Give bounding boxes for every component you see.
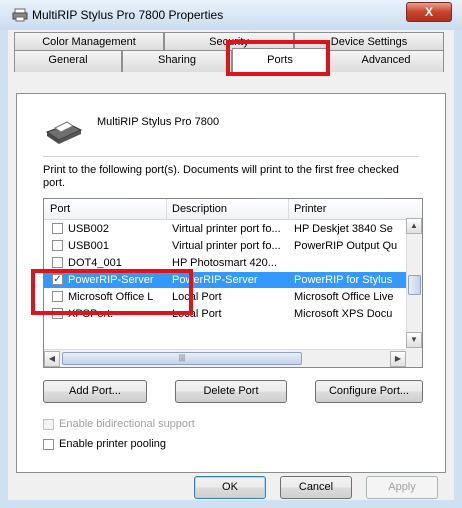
port-name: USB002 <box>68 223 109 235</box>
port-name: XPSPort: <box>68 308 114 320</box>
port-row[interactable]: USB002 Virtual printer port fo... HP Des… <box>44 221 406 237</box>
port-description: Virtual printer port fo... <box>172 240 281 252</box>
printer-icon <box>12 8 28 22</box>
vertical-scroll-thumb[interactable] <box>408 275 421 295</box>
ports-list-header: Port Description Printer <box>44 199 422 220</box>
port-name: PowerRIP-Server <box>68 274 154 286</box>
delete-port-button[interactable]: Delete Port <box>175 380 287 403</box>
separator <box>43 156 419 157</box>
port-description: Local Port <box>172 291 222 303</box>
port-printer: PowerRIP Output Qu <box>294 240 398 252</box>
port-row[interactable]: XPSPort: Local Port Microsoft XPS Docu <box>44 306 406 322</box>
tab-general[interactable]: General <box>14 50 122 72</box>
cancel-button[interactable]: Cancel <box>280 476 352 499</box>
port-description: PowerRIP-Server <box>172 274 258 286</box>
bidirectional-checkbox[interactable] <box>43 419 54 430</box>
printer-large-icon <box>45 121 83 144</box>
port-description: Virtual printer port fo... <box>172 223 281 235</box>
ports-description: Print to the following port(s). Document… <box>43 164 399 189</box>
dialog-client: Color Management Security Device Setting… <box>8 30 454 500</box>
tab-sharing[interactable]: Sharing <box>122 50 232 72</box>
port-name: USB001 <box>68 240 109 252</box>
column-printer[interactable]: Printer <box>294 203 326 215</box>
scroll-corner <box>406 349 422 367</box>
column-divider[interactable] <box>166 199 167 219</box>
add-port-button[interactable]: Add Port... <box>43 380 147 403</box>
port-checkbox[interactable] <box>52 223 63 234</box>
port-row[interactable]: DOT4_001 HP Photosmart 420... <box>44 255 406 271</box>
pooling-label: Enable printer pooling <box>59 438 167 450</box>
column-divider[interactable] <box>288 199 289 219</box>
port-checkbox[interactable] <box>52 291 63 302</box>
port-row[interactable]: Microsoft Office L Local Port Microsoft … <box>44 289 406 305</box>
tab-advanced[interactable]: Advanced <box>328 50 444 72</box>
printer-name: MultiRIP Stylus Pro 7800 <box>97 116 220 128</box>
configure-port-button[interactable]: Configure Port... <box>315 380 423 403</box>
window-title: MultiRIP Stylus Pro 7800 Properties <box>32 8 224 22</box>
port-printer: Microsoft Office Live <box>294 291 394 303</box>
apply-button[interactable]: Apply <box>366 476 438 499</box>
scroll-down-icon[interactable]: ▼ <box>406 332 422 348</box>
scroll-up-icon[interactable]: ▲ <box>406 218 422 234</box>
port-name: DOT4_001 <box>68 257 122 269</box>
port-printer: HP Deskjet 3840 Se <box>294 223 393 235</box>
horizontal-scroll-thumb[interactable]: ||| <box>62 352 302 365</box>
port-row-selected[interactable]: ✓ PowerRIP-Server PowerRIP-Server PowerR… <box>44 272 406 288</box>
horizontal-scrollbar[interactable]: ◀ ||| ▶ <box>44 349 406 367</box>
port-checkbox[interactable] <box>52 308 63 319</box>
port-checkbox[interactable] <box>52 240 63 251</box>
title-bar[interactable]: MultiRIP Stylus Pro 7800 Properties X <box>0 0 462 30</box>
ports-list[interactable]: Port Description Printer USB002 Virtual … <box>43 198 423 368</box>
port-name: Microsoft Office L <box>68 291 154 303</box>
scroll-right-icon[interactable]: ▶ <box>390 351 406 367</box>
ports-panel: MultiRIP Stylus Pro 7800 Print to the fo… <box>16 93 446 473</box>
port-row[interactable]: USB001 Virtual printer port fo... PowerR… <box>44 238 406 254</box>
close-icon: X <box>424 5 433 19</box>
port-checkbox-checked[interactable]: ✓ <box>52 274 63 285</box>
ok-button[interactable]: OK <box>194 476 266 499</box>
port-description: Local Port <box>172 308 222 320</box>
scroll-left-icon[interactable]: ◀ <box>44 351 60 367</box>
column-description[interactable]: Description <box>172 203 227 215</box>
column-port[interactable]: Port <box>50 203 70 215</box>
properties-window: MultiRIP Stylus Pro 7800 Properties X Co… <box>0 0 462 508</box>
port-description: HP Photosmart 420... <box>172 257 277 269</box>
close-button[interactable]: X <box>406 2 452 22</box>
bidirectional-label: Enable bidirectional support <box>59 418 195 430</box>
port-printer: PowerRIP for Stylus <box>294 274 393 286</box>
port-printer: Microsoft XPS Docu <box>294 308 393 320</box>
vertical-scrollbar[interactable]: ▲ ▼ <box>406 218 422 349</box>
port-checkbox[interactable] <box>52 257 63 268</box>
pooling-checkbox[interactable] <box>43 439 54 450</box>
tab-ports[interactable]: Ports <box>232 48 328 72</box>
tab-color-management[interactable]: Color Management <box>14 32 164 50</box>
